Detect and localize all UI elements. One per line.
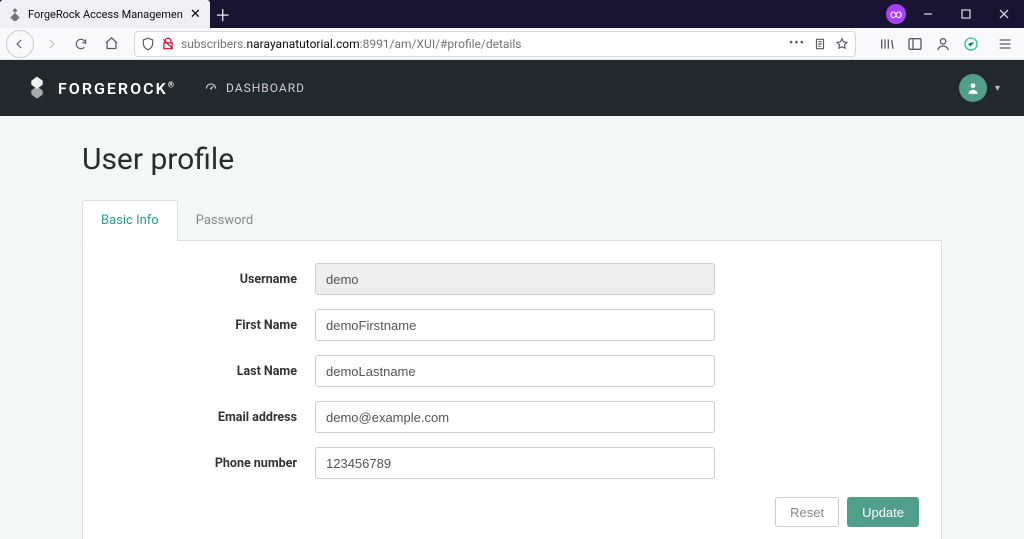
app-header: FORGEROCK® DASHBOARD ▾: [0, 60, 1024, 116]
brand-registered: ®: [168, 80, 176, 89]
last-name-field[interactable]: [315, 355, 715, 387]
reader-view-icon[interactable]: [813, 37, 827, 51]
tabs: Basic Info Password: [82, 199, 942, 241]
nav-dashboard-label: DASHBOARD: [226, 81, 305, 95]
url-bar[interactable]: subscribers.narayanatutorial.com:8991/am…: [134, 31, 856, 57]
tab-password-label: Password: [196, 213, 253, 228]
browser-titlebar: ForgeRock Access Managemen ✕ ＋ ∞: [0, 0, 1024, 28]
url-text: subscribers.narayanatutorial.com:8991/am…: [181, 37, 783, 51]
url-prefix: subscribers.: [181, 37, 247, 51]
label-username: Username: [105, 272, 315, 287]
tab-password[interactable]: Password: [177, 200, 272, 241]
shield-icon: [141, 37, 155, 51]
extension-icon[interactable]: [958, 31, 984, 57]
first-name-field[interactable]: [315, 309, 715, 341]
nav-reload-button[interactable]: [68, 31, 94, 57]
profile-panel: Username First Name Last Name Email addr…: [82, 241, 942, 539]
favicon-icon: [8, 7, 22, 21]
reset-button[interactable]: Reset: [775, 497, 839, 527]
brand-text: FORGEROCK: [58, 79, 168, 98]
new-tab-button[interactable]: ＋: [210, 2, 236, 26]
window-maximize-button[interactable]: [950, 0, 982, 28]
browser-toolbar: subscribers.narayanatutorial.com:8991/am…: [0, 28, 1024, 60]
url-suffix: :8991/am/XUI/#profile/details: [360, 37, 522, 51]
page-title: User profile: [82, 142, 942, 177]
window-minimize-button[interactable]: [912, 0, 944, 28]
account-badge-icon[interactable]: ∞: [886, 4, 906, 24]
app-menu-icon[interactable]: [992, 31, 1018, 57]
chevron-down-icon: ▾: [995, 83, 1000, 94]
label-first-name: First Name: [105, 318, 315, 333]
window-close-button[interactable]: [988, 0, 1020, 28]
library-icon[interactable]: [874, 31, 900, 57]
brand[interactable]: FORGEROCK®: [24, 75, 176, 101]
tab-title: ForgeRock Access Managemen: [28, 8, 183, 21]
nav-forward-button[interactable]: [38, 31, 64, 57]
avatar-icon: [959, 74, 987, 102]
account-icon[interactable]: [930, 31, 956, 57]
browser-tab[interactable]: ForgeRock Access Managemen ✕: [0, 0, 210, 28]
insecure-icon: [161, 37, 175, 51]
label-phone: Phone number: [105, 456, 315, 471]
label-email: Email address: [105, 410, 315, 425]
email-field[interactable]: [315, 401, 715, 433]
label-last-name: Last Name: [105, 364, 315, 379]
dashboard-icon: [204, 81, 218, 95]
tab-basic-info-label: Basic Info: [101, 213, 159, 228]
page-actions-icon[interactable]: •••: [789, 36, 805, 51]
url-domain: narayanatutorial.com: [247, 37, 360, 51]
nav-home-button[interactable]: [98, 31, 124, 57]
nav-back-button[interactable]: [6, 30, 34, 58]
nav-dashboard-link[interactable]: DASHBOARD: [204, 81, 305, 95]
tab-basic-info[interactable]: Basic Info: [82, 200, 178, 241]
sidebar-toggle-icon[interactable]: [902, 31, 928, 57]
brand-logo-icon: [24, 75, 50, 101]
bookmark-star-icon[interactable]: [835, 37, 849, 51]
username-field: [315, 263, 715, 295]
close-icon[interactable]: ✕: [189, 8, 202, 21]
phone-field[interactable]: [315, 447, 715, 479]
update-button[interactable]: Update: [847, 497, 919, 527]
page-body: User profile Basic Info Password Usernam…: [0, 116, 1024, 539]
user-menu[interactable]: ▾: [959, 74, 1000, 102]
